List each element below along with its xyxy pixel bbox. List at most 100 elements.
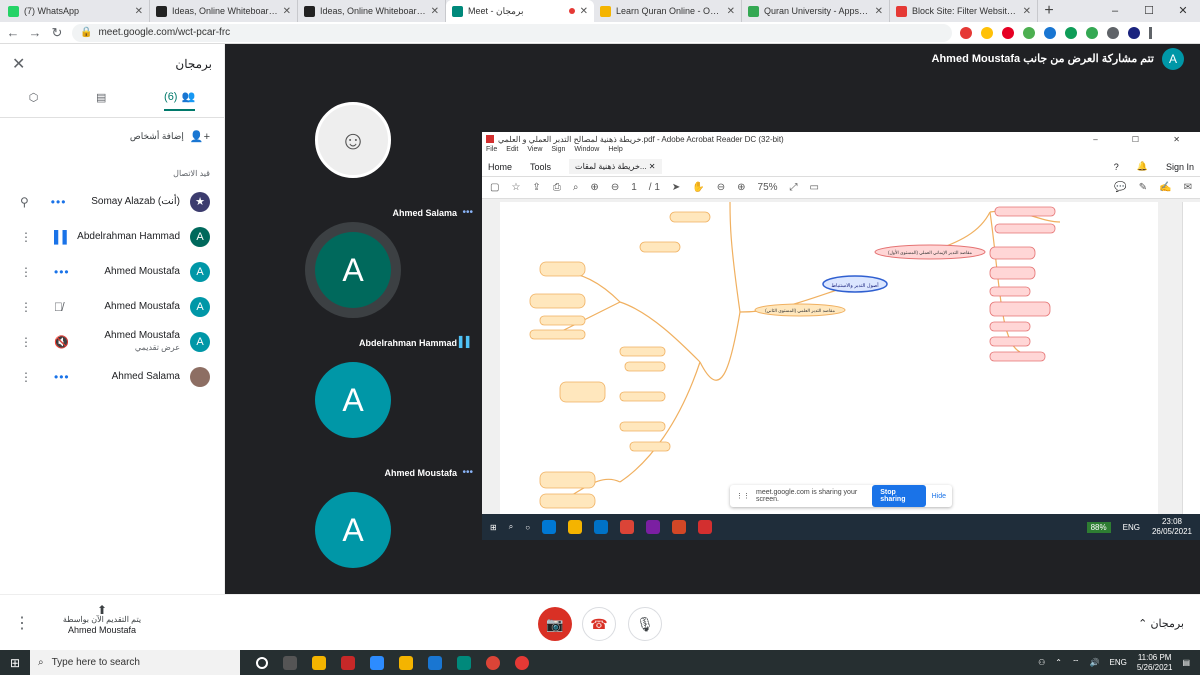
sign-icon[interactable]: ✍ xyxy=(1159,182,1171,193)
participant-tile[interactable]: A Ahmed Moustafa ••• xyxy=(225,354,481,484)
back-icon[interactable]: ← xyxy=(6,25,20,40)
network-icon[interactable]: ⌔ xyxy=(1072,658,1080,668)
close-tab-icon[interactable]: ✕ xyxy=(431,6,439,17)
app-icon[interactable] xyxy=(457,655,471,670)
minimize-icon[interactable]: – xyxy=(1098,0,1132,22)
hide-button[interactable]: Hide xyxy=(932,493,946,500)
zoom-search-icon[interactable]: ⌕ xyxy=(573,182,579,193)
close-icon[interactable]: ✕ xyxy=(12,54,25,74)
acrobat-icon[interactable] xyxy=(698,520,713,534)
mail-icon[interactable] xyxy=(594,520,609,534)
notification-icon[interactable]: ▤ xyxy=(1182,658,1190,667)
close-tab-icon[interactable]: ✕ xyxy=(580,6,588,17)
start-icon[interactable]: ⊞ xyxy=(490,523,497,532)
pin-icon[interactable]: ⚲ xyxy=(20,195,29,209)
sign-in-button[interactable]: Sign In xyxy=(1166,162,1194,172)
hand-icon[interactable]: ✋ xyxy=(692,182,704,193)
close-tab-icon[interactable]: ✕ xyxy=(283,6,291,17)
meeting-details[interactable]: ⌃ برمجان xyxy=(1138,617,1184,630)
close-tab-icon[interactable]: ✕ xyxy=(875,6,883,17)
extension-icon[interactable] xyxy=(1023,26,1035,39)
url-input[interactable]: 🔒 meet.google.com/wct-pcar-frc xyxy=(72,23,952,42)
close-icon[interactable]: ✕ xyxy=(1166,0,1200,22)
close-tab-icon[interactable]: ✕ xyxy=(135,6,143,17)
scroll-icon[interactable]: ▭ xyxy=(810,182,819,193)
new-tab-button[interactable]: + xyxy=(1038,0,1060,22)
tab-tools[interactable]: Tools xyxy=(530,162,551,172)
folder-icon[interactable] xyxy=(399,655,413,670)
pinterest-icon[interactable] xyxy=(1002,26,1014,39)
star-icon[interactable]: ☆ xyxy=(511,182,520,193)
extension-icon[interactable] xyxy=(1065,26,1077,39)
participant-tile[interactable]: A Abdelrahman Hammad ▌▌ xyxy=(225,224,481,354)
pdf-page[interactable]: أصول التدبر والاستنباط مقاصد التدبر الإي… xyxy=(500,202,1158,514)
menu-item[interactable]: File xyxy=(486,146,497,157)
microphone-button[interactable]: 🎙 xyxy=(628,607,662,641)
participant-tile[interactable]: ☺ Ahmed Salama ••• xyxy=(225,94,481,224)
mail-icon[interactable]: ✉ xyxy=(1184,182,1192,193)
drag-handle-icon[interactable]: ⋮⋮ xyxy=(736,492,750,500)
app-icon[interactable] xyxy=(341,655,355,670)
menu-item[interactable]: View xyxy=(527,146,542,157)
forward-icon[interactable]: → xyxy=(28,25,42,40)
language-indicator[interactable]: ENG xyxy=(1110,658,1127,667)
presenting-indicator[interactable]: ⬆ يتم التقديم الآن بواسطة Ahmed Moustafa xyxy=(62,604,142,635)
pen-icon[interactable]: ✎ xyxy=(1139,182,1147,193)
menu-item[interactable]: Edit xyxy=(506,146,518,157)
more-options-icon[interactable]: ⋮ xyxy=(20,265,32,279)
add-people-button[interactable]: إضافة أشخاص 👤+ xyxy=(0,118,224,143)
comment-icon[interactable]: 💬 xyxy=(1114,182,1126,193)
window-controls[interactable]: – ☐ ✕ xyxy=(1093,135,1196,144)
task-view-icon[interactable] xyxy=(283,655,297,670)
fit-icon[interactable]: ⤢ xyxy=(790,182,798,193)
browser-tab[interactable]: Meet - برمجان ✕ xyxy=(446,0,594,22)
opera-icon[interactable] xyxy=(515,655,529,670)
next-page-icon[interactable]: ⊖ xyxy=(611,182,619,193)
menu-item[interactable]: Help xyxy=(608,146,622,157)
participant-row[interactable]: ⋮ ••• Ahmed Moustafa A xyxy=(0,254,224,289)
camera-off-button[interactable]: 📷 xyxy=(538,607,572,641)
menu-item[interactable]: Window xyxy=(574,146,599,157)
print-icon[interactable]: ⎙ xyxy=(553,182,561,193)
cursor-icon[interactable]: ➤ xyxy=(672,182,680,193)
stop-sharing-button[interactable]: Stop sharing xyxy=(872,485,926,507)
tab-chat[interactable]: ▤ xyxy=(96,91,106,110)
checkmark-icon[interactable] xyxy=(1086,26,1098,39)
page-number[interactable]: 1 xyxy=(631,182,637,193)
participant-row[interactable]: ⋮ ▌▌ Abdelrahman Hammad A xyxy=(0,219,224,254)
profile-icon[interactable] xyxy=(1128,26,1140,39)
browser-tab[interactable]: Ideas, Online Whiteboard for Vis ✕ xyxy=(298,0,446,22)
more-options-icon[interactable]: ⋮ xyxy=(20,300,32,314)
participant-row[interactable]: ⚲ ••• Somay Alazab (أنت) ★ xyxy=(0,184,224,219)
file-explorer-icon[interactable] xyxy=(312,655,326,670)
bell-icon[interactable]: 🔔 xyxy=(1137,161,1148,172)
windows-start-icon[interactable]: ⊞ xyxy=(10,656,20,670)
taskbar-search[interactable]: ⌕ Type here to search xyxy=(30,650,240,675)
browser-tab[interactable]: (7) WhatsApp ✕ xyxy=(2,0,150,22)
folder-icon[interactable] xyxy=(568,520,583,534)
chevron-up-icon[interactable]: ⌃ xyxy=(1055,658,1062,667)
tab-activities[interactable]: ⬡ xyxy=(29,91,39,110)
chrome-icon[interactable] xyxy=(620,520,635,534)
more-options-icon[interactable]: ⋮ xyxy=(20,335,32,349)
opera-icon[interactable] xyxy=(960,26,972,39)
zoom-level[interactable]: 75% xyxy=(758,182,778,193)
participant-row[interactable]: ⋮ 🎙̸ Ahmed Moustafa A xyxy=(0,289,224,324)
browser-tab[interactable]: Block Site: Filter Websites and C ✕ xyxy=(890,0,1038,22)
zoom-in-icon[interactable]: ⊕ xyxy=(737,182,745,193)
edge-icon[interactable] xyxy=(542,520,557,534)
save-icon[interactable]: ▢ xyxy=(490,182,499,193)
maximize-icon[interactable]: ☐ xyxy=(1132,0,1166,22)
powerpoint-icon[interactable] xyxy=(672,520,687,534)
os-clock[interactable]: 11:06 PM 5/26/2021 xyxy=(1137,653,1173,673)
more-options-icon[interactable]: ⋮ xyxy=(14,613,30,633)
browser-tab[interactable]: Learn Quran Online - Online Qu ✕ xyxy=(594,0,742,22)
onenote-icon[interactable] xyxy=(646,520,661,534)
cortana-icon[interactable] xyxy=(256,656,268,669)
cortana-icon[interactable]: ○ xyxy=(525,523,530,532)
prev-page-icon[interactable]: ⊕ xyxy=(590,182,598,193)
browser-tab[interactable]: Ideas, Online Whiteboard for Vis ✕ xyxy=(150,0,298,22)
tab-home[interactable]: Home xyxy=(488,162,512,172)
more-options-icon[interactable]: ⋮ xyxy=(20,370,32,384)
leave-call-button[interactable]: ☎ xyxy=(582,607,616,641)
